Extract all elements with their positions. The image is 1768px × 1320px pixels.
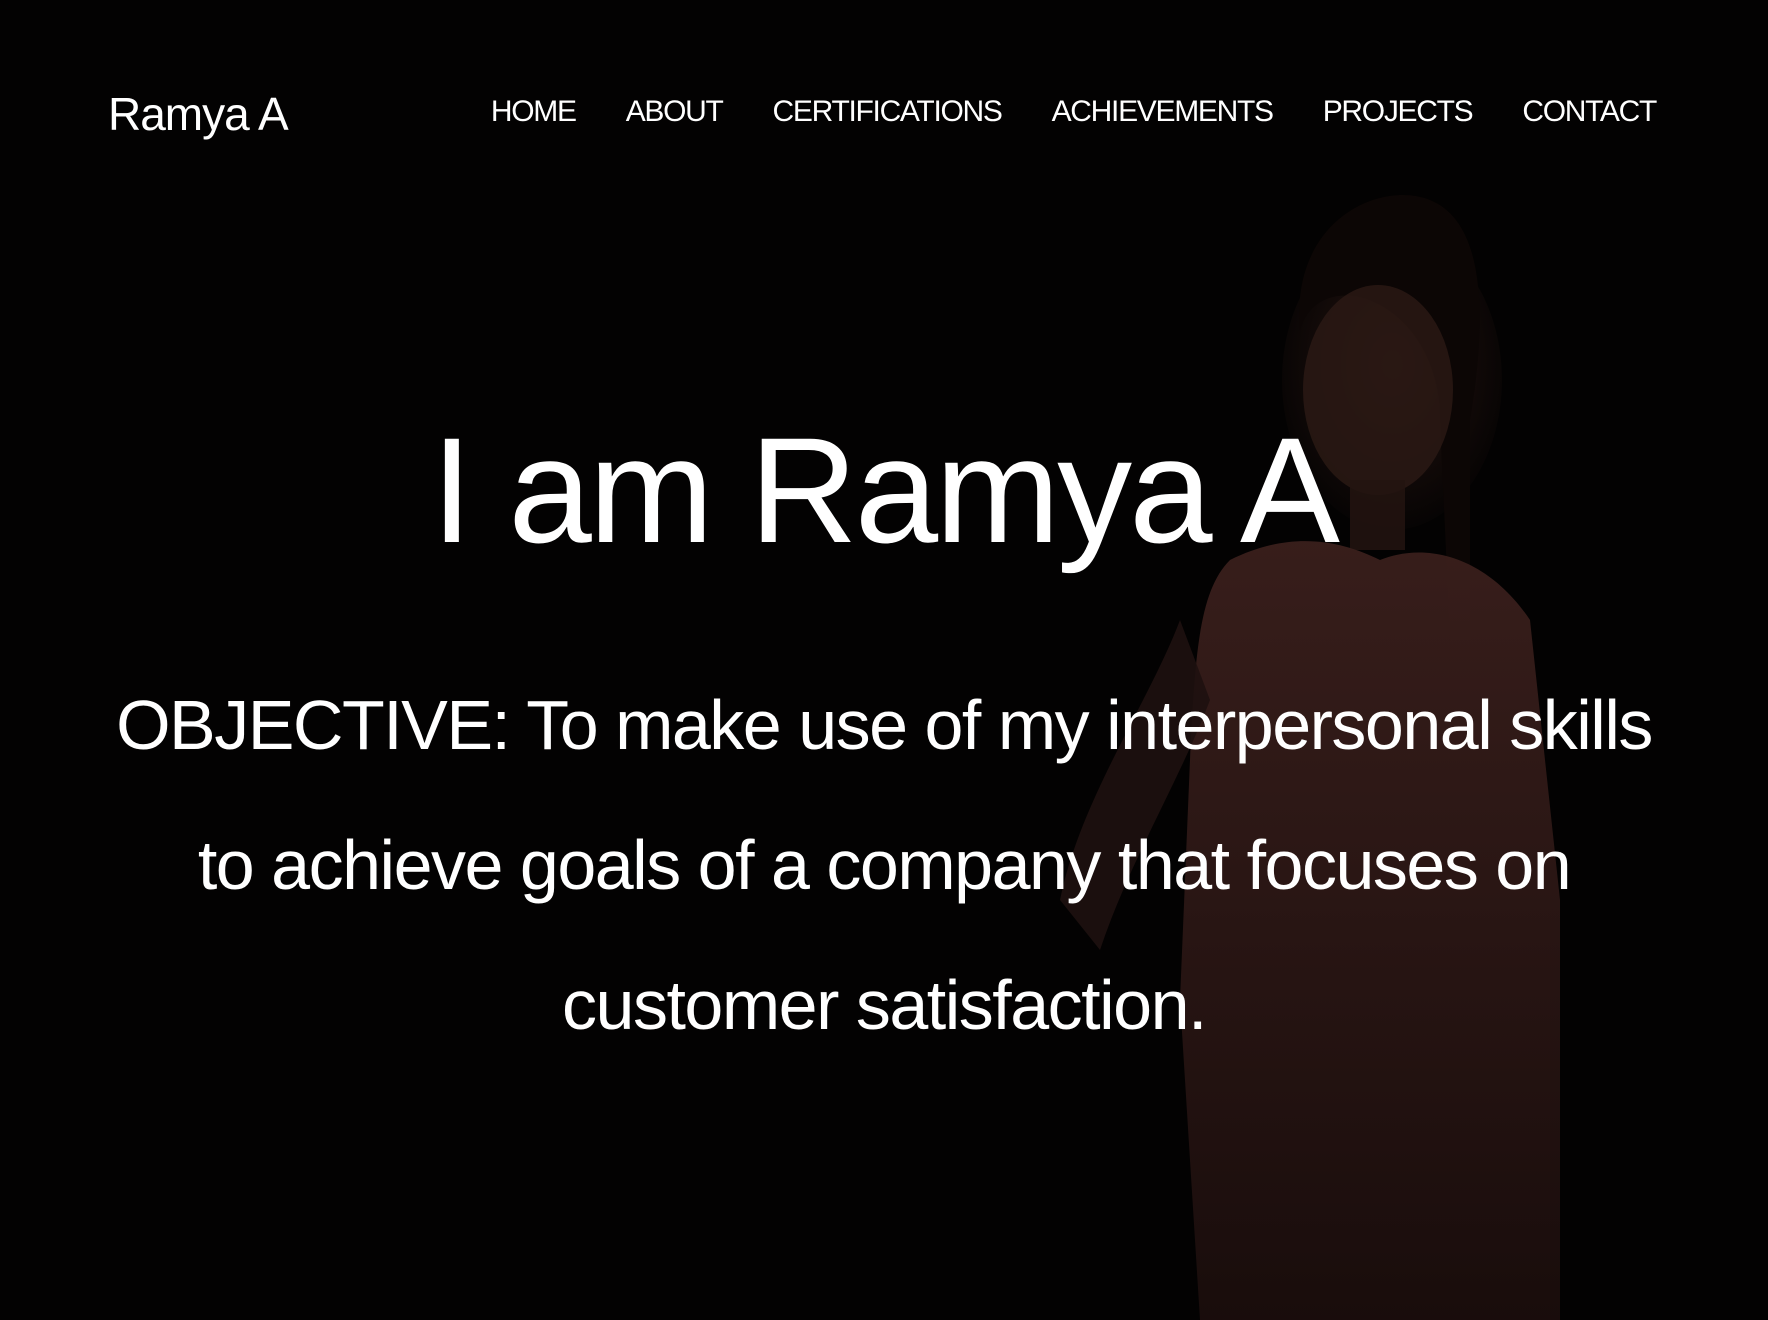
nav-certifications[interactable]: CERTIFICATIONS (773, 92, 1003, 132)
page: Ramya A HOME ABOUT CERTIFICATIONS ACHIEV… (0, 0, 1768, 1320)
main-nav: HOME ABOUT CERTIFICATIONS ACHIEVEMENTS P… (491, 92, 1657, 132)
nav-achievements[interactable]: ACHIEVEMENTS (1052, 92, 1274, 132)
nav-about[interactable]: ABOUT (626, 92, 724, 132)
nav-projects[interactable]: PROJECTS (1323, 92, 1474, 132)
nav-home[interactable]: HOME (491, 92, 577, 132)
objective-text: OBJECTIVE: To make use of my interperson… (116, 686, 1653, 1044)
site-header: Ramya A HOME ABOUT CERTIFICATIONS ACHIEV… (0, 0, 1768, 230)
nav-contact[interactable]: CONTACT (1522, 92, 1657, 132)
brand-logo[interactable]: Ramya A (108, 86, 289, 142)
hero-title: I am Ramya A (431, 406, 1340, 574)
